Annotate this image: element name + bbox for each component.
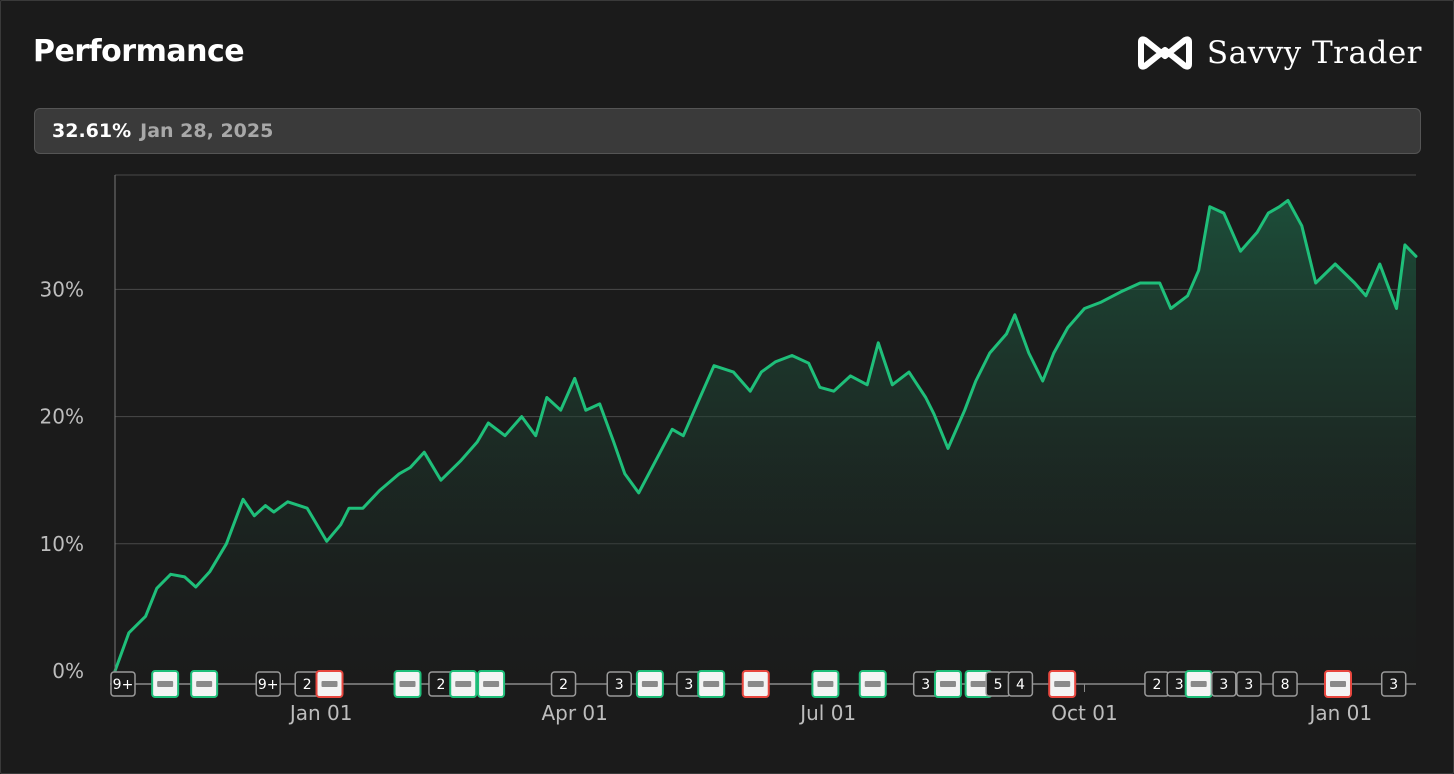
- resmed-logo-icon: [393, 670, 422, 698]
- stericycle-logo-icon: [811, 670, 840, 698]
- performance-chart[interactable]: 0% 10% 20% 30% Jan 01 Apr 01 Jul 01 Oct 01 Jan 0…: [0, 0, 1454, 774]
- adp-logo-icon: [697, 670, 726, 698]
- trade-count-badge: 3: [1380, 671, 1407, 697]
- badge-count: 3: [684, 677, 693, 693]
- mcdonalds-logo-icon: [190, 670, 219, 698]
- logo-glyph: [321, 681, 338, 687]
- badge-count: 2: [1152, 677, 1161, 693]
- trade-count-badge: 5: [985, 671, 1011, 697]
- badge-count: 9+: [258, 677, 279, 693]
- badge-count: 9+: [113, 677, 134, 693]
- zoetis-chart-logo-icon: [635, 670, 664, 698]
- badge-count: 5: [994, 677, 1003, 693]
- y-tick-label: 20%: [40, 405, 84, 429]
- trade-count-badge: 9+: [255, 671, 281, 697]
- trade-count-badge: 3: [1236, 671, 1262, 697]
- badge-count: 3: [921, 677, 930, 693]
- logo-glyph: [703, 681, 720, 687]
- badge-count: 4: [1016, 677, 1025, 693]
- y-tick-label: 30%: [40, 277, 84, 301]
- logo-glyph: [970, 681, 987, 687]
- performance-area-fill: [115, 200, 1416, 684]
- x-tick-label: Apr 01: [541, 701, 607, 725]
- badge-count: 3: [1244, 677, 1253, 693]
- monster-logo-icon: [1184, 670, 1213, 698]
- logo-glyph: [641, 681, 658, 687]
- nike-logo-icon: [315, 670, 344, 698]
- monster-logo-icon: [477, 670, 506, 698]
- x-tick-label: Oct 01: [1051, 701, 1117, 725]
- logo-glyph: [747, 681, 764, 687]
- logo-glyph: [817, 681, 834, 687]
- logo-glyph: [455, 681, 472, 687]
- trade-count-badge: 2: [1144, 671, 1170, 697]
- company-logo-icon: [449, 670, 478, 698]
- x-tick-label: Jul 01: [798, 701, 856, 725]
- trade-count-badge: 2: [550, 671, 577, 697]
- y-tick-label: 10%: [40, 532, 84, 556]
- trade-count-badge: 3: [606, 671, 632, 697]
- trade-count-badge: 9+: [110, 671, 136, 697]
- badge-count: 2: [303, 677, 312, 693]
- logo-glyph: [939, 681, 956, 687]
- badge-count: 3: [1219, 677, 1228, 693]
- monster-logo-icon: [741, 670, 770, 698]
- mountain-logo-icon: [1323, 670, 1352, 698]
- building-logo-icon: [1048, 670, 1077, 698]
- adobe-logo-icon: [858, 670, 887, 698]
- logo-glyph: [399, 681, 416, 687]
- trade-count-badge: 3: [1211, 671, 1237, 697]
- badge-count: 2: [559, 677, 568, 693]
- badge-count: 8: [1281, 677, 1290, 693]
- x-tick-label: Jan 01: [1307, 701, 1372, 725]
- logo-glyph: [864, 681, 881, 687]
- y-tick-label: 0%: [52, 659, 84, 683]
- trade-count-badge: 4: [1007, 671, 1034, 697]
- badge-count: 3: [1389, 677, 1398, 693]
- logo-glyph: [1329, 681, 1346, 687]
- trade-count-badge: 8: [1272, 671, 1298, 697]
- ametek-logo-icon: [151, 670, 180, 698]
- trade-markers: 9+ 9+ 2 2 2 3 3 3 5 4 2 3 3 3 8 3: [110, 670, 1407, 698]
- logo-glyph: [1190, 681, 1207, 687]
- logo-glyph: [483, 681, 500, 687]
- zoetis-logo-icon: [933, 670, 962, 698]
- logo-glyph: [196, 681, 213, 687]
- badge-count: 3: [1175, 677, 1184, 693]
- badge-count: 2: [436, 677, 445, 693]
- x-tick-label: Jan 01: [288, 701, 353, 725]
- logo-glyph: [1054, 681, 1071, 687]
- badge-count: 3: [615, 677, 624, 693]
- logo-glyph: [157, 681, 174, 687]
